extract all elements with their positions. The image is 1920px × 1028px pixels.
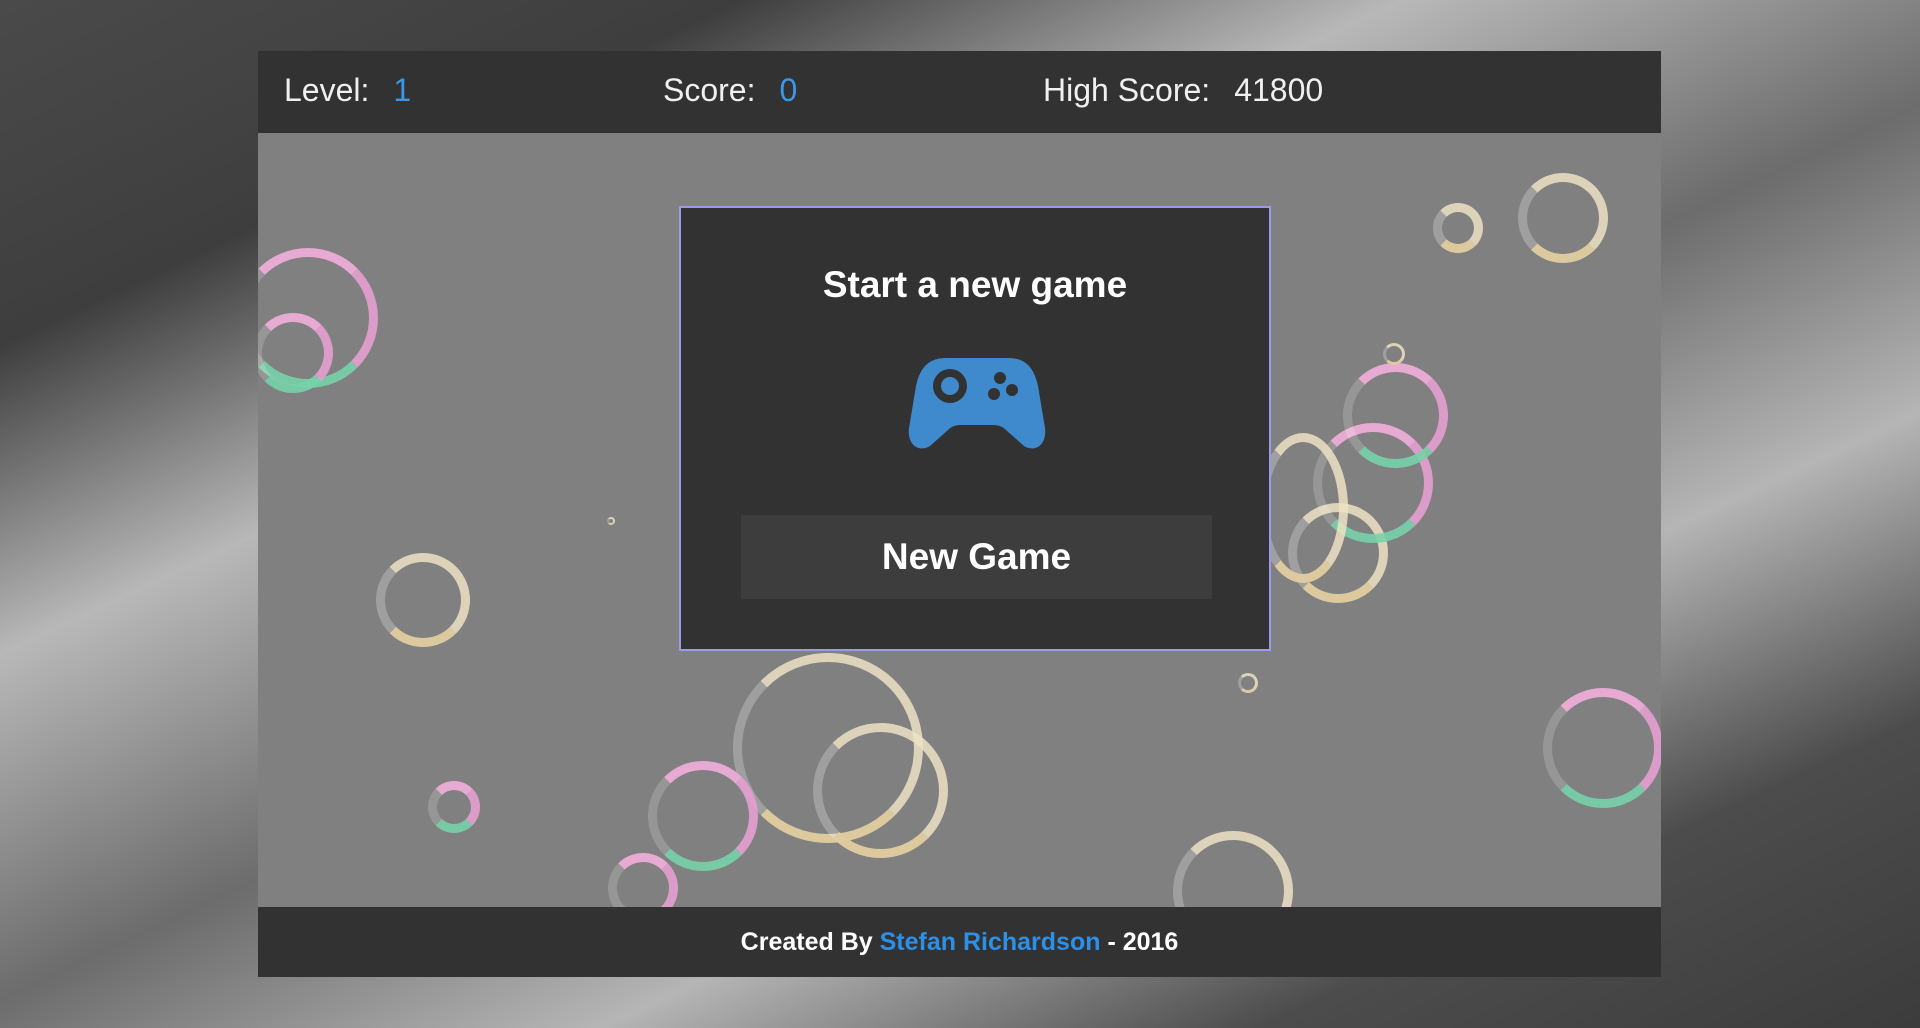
bubble[interactable] xyxy=(376,553,470,647)
high-score-stat: High Score: 41800 xyxy=(1043,72,1323,109)
bubble[interactable] xyxy=(1383,343,1405,365)
high-score-label: High Score: xyxy=(1043,72,1211,108)
new-game-button[interactable]: New Game xyxy=(741,515,1212,599)
dialog-title: Start a new game xyxy=(822,264,1128,305)
score-bar: Level: 1 Score: 0 High Score: 41800 xyxy=(258,51,1661,133)
footer: Created By Stefan Richardson - 2016 xyxy=(258,907,1661,977)
level-value: 1 xyxy=(393,72,412,108)
bubble[interactable] xyxy=(813,723,948,858)
bubble[interactable] xyxy=(648,761,758,871)
bubble[interactable] xyxy=(428,781,480,833)
bubble[interactable] xyxy=(1238,673,1258,693)
gamepad-icon xyxy=(908,358,1046,449)
bubble[interactable] xyxy=(1343,363,1448,468)
bubble[interactable] xyxy=(1518,173,1608,263)
level-label: Level: xyxy=(284,72,370,108)
score-value: 0 xyxy=(779,72,798,108)
bubble[interactable] xyxy=(1258,433,1348,583)
score-label: Score: xyxy=(663,72,756,108)
new-game-dialog: Start a new game New Game xyxy=(679,206,1271,651)
game-container: Level: 1 Score: 0 High Score: 41800 Start a xyxy=(258,51,1661,977)
footer-suffix: - 2016 xyxy=(1107,928,1179,956)
author-link[interactable]: Stefan Richardson xyxy=(880,928,1101,956)
level-stat: Level: 1 xyxy=(284,72,411,109)
bubble[interactable] xyxy=(1433,203,1483,253)
score-stat: Score: 0 xyxy=(663,72,797,109)
bubble[interactable] xyxy=(607,517,615,525)
high-score-value: 41800 xyxy=(1234,72,1324,108)
bubble[interactable] xyxy=(1543,688,1661,808)
footer-prefix: Created By xyxy=(740,928,873,956)
